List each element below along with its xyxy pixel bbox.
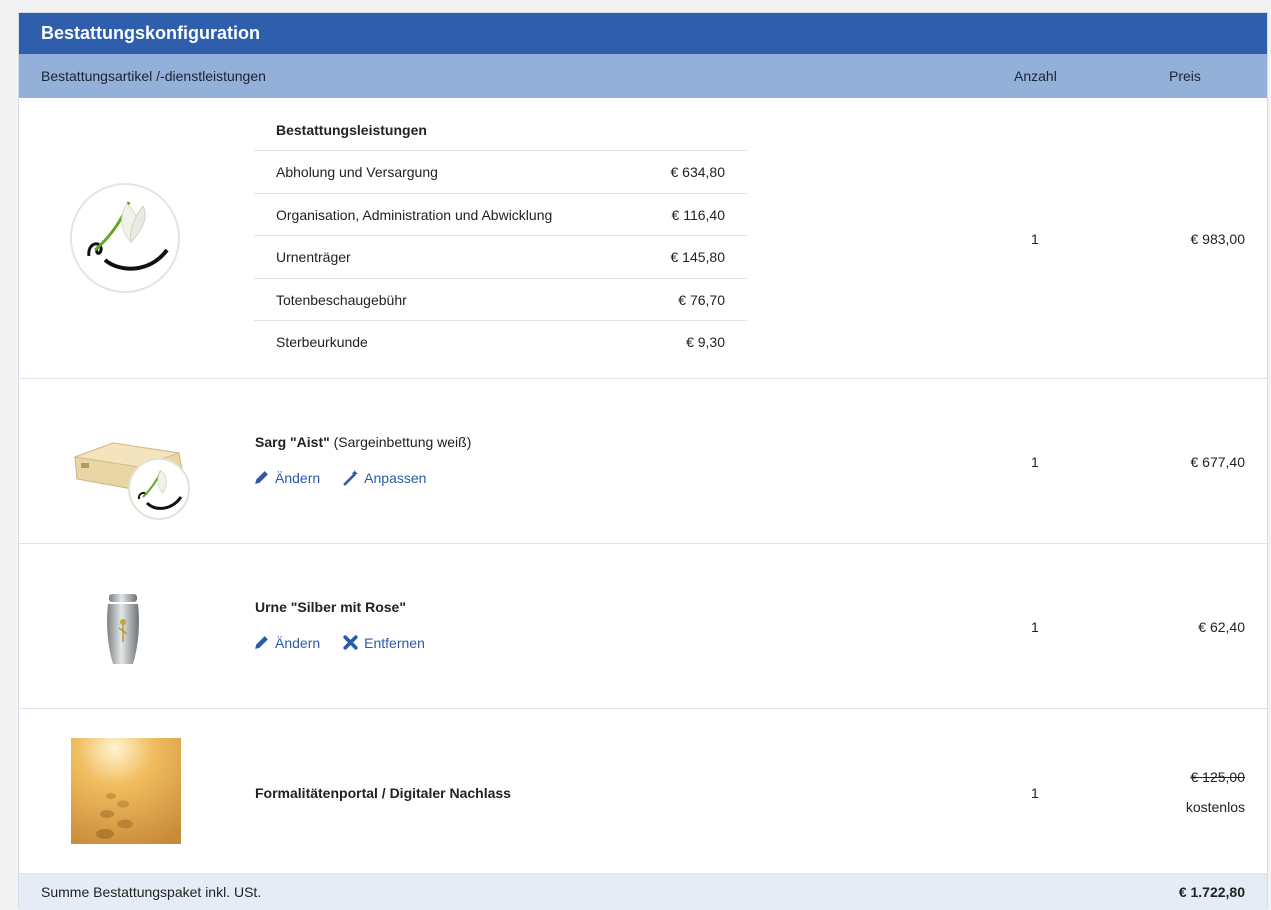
urn-icon [107, 594, 139, 664]
service-label: Organisation, Administration und Abwickl… [276, 206, 553, 223]
configuration-panel: Bestattungskonfiguration Bestattungsarti… [18, 12, 1268, 910]
service-label: Urnenträger [276, 249, 351, 265]
total-row: Summe Bestattungspaket inkl. USt. € 1.72… [19, 874, 1267, 910]
service-line: Organisation, Administration und Abwickl… [254, 194, 747, 236]
urn-actions: Ändern Entfernen [253, 634, 425, 651]
coffin-actions: Ändern Anpassen [253, 469, 426, 486]
urn-name: Urne "Silber mit Rose" [255, 599, 406, 615]
column-header-row: Bestattungsartikel /-dienstleistungen An… [19, 54, 1267, 98]
total-amount: € 1.722,80 [1178, 884, 1245, 900]
coffin-title: Sarg "Aist" [255, 434, 330, 450]
remove-icon [343, 635, 358, 650]
service-price: € 116,40 [671, 206, 725, 223]
coffin-qty: 1 [1031, 454, 1039, 470]
service-price: € 634,80 [670, 164, 726, 180]
service-label: Abholung und Versargung [276, 164, 438, 180]
urn-remove-label: Entfernen [364, 634, 425, 651]
coffin-edit-link[interactable]: Ändern [253, 469, 320, 486]
portal-title: Formalitätenportal / Digitaler Nachlass [255, 785, 511, 801]
column-header-price: Preis [1169, 68, 1201, 84]
service-line: Totenbeschaugebühr € 76,70 [254, 279, 747, 321]
service-line: Abholung und Versargung € 634,80 [254, 151, 747, 194]
coffin-name: Sarg "Aist" (Sargeinbettung weiß) [255, 434, 471, 450]
wand-icon [343, 470, 359, 486]
pencil-icon [255, 636, 268, 649]
coffin-customize-link[interactable]: Anpassen [342, 469, 426, 486]
coffin-customize-label: Anpassen [364, 469, 427, 486]
urn-price: € 62,40 [1198, 619, 1245, 635]
services-title: Bestattungsleistungen [254, 111, 747, 151]
services-table: Bestattungsleistungen Abholung und Versa… [254, 111, 747, 364]
table-row-urn: Urne "Silber mit Rose" Ändern Entfernen … [19, 544, 1267, 709]
services-price: € 983,00 [1190, 231, 1246, 247]
service-price: € 145,80 [670, 249, 726, 265]
table-row-portal: Formalitätenportal / Digitaler Nachlass … [19, 709, 1267, 874]
total-label: Summe Bestattungspaket inkl. USt. [41, 884, 262, 900]
footprints-image [71, 738, 181, 844]
urn-title: Urne "Silber mit Rose" [255, 599, 406, 615]
coffin-icon [73, 442, 190, 520]
lily-logo-icon [70, 183, 180, 293]
column-header-qty: Anzahl [1014, 68, 1057, 84]
coffin-price: € 677,40 [1190, 454, 1246, 470]
service-price: € 76,70 [678, 291, 725, 308]
urn-remove-link[interactable]: Entfernen [342, 634, 425, 651]
service-line: Urnenträger € 145,80 [254, 236, 747, 279]
urn-edit-label: Ändern [275, 634, 321, 651]
service-price: € 9,30 [686, 334, 725, 350]
portal-qty: 1 [1031, 785, 1039, 801]
portal-price: kostenlos [1185, 799, 1245, 815]
portal-name: Formalitätenportal / Digitaler Nachlass [255, 785, 511, 801]
panel-title: Bestattungskonfiguration [19, 13, 1267, 54]
table-row-coffin: Sarg "Aist" (Sargeinbettung weiß) Ändern… [19, 379, 1267, 544]
column-header-item: Bestattungsartikel /-dienstleistungen [41, 68, 266, 84]
table-row-services: Bestattungsleistungen Abholung und Versa… [19, 98, 1267, 379]
portal-old-price: € 125,00 [1190, 769, 1246, 785]
coffin-detail: (Sargeinbettung weiß) [333, 434, 472, 450]
urn-qty: 1 [1031, 619, 1039, 635]
service-label: Sterbeurkunde [276, 334, 368, 350]
coffin-edit-label: Ändern [275, 469, 321, 486]
service-label: Totenbeschaugebühr [276, 291, 407, 308]
service-line: Sterbeurkunde € 9,30 [254, 321, 747, 364]
urn-edit-link[interactable]: Ändern [253, 634, 320, 651]
pencil-icon [255, 471, 268, 484]
services-qty: 1 [1031, 231, 1039, 247]
